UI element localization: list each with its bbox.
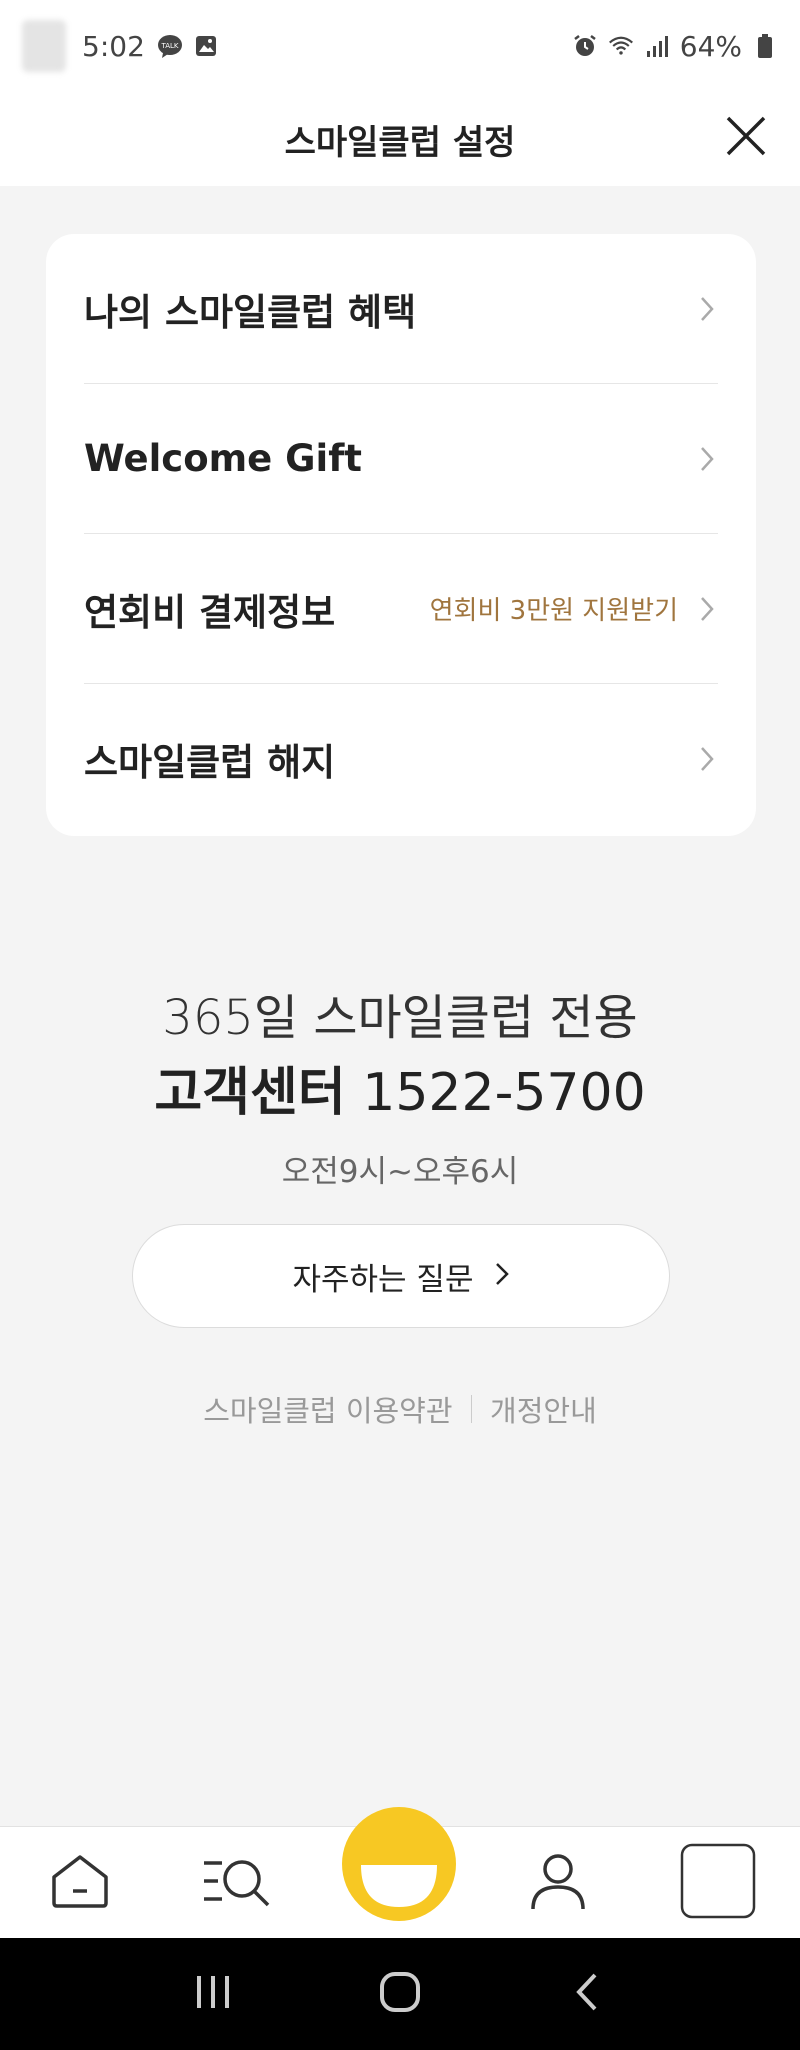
search-menu-icon	[202, 1855, 274, 1911]
menu-item-label: 연회비 결제정보	[84, 590, 336, 634]
customer-center-hours: 오전9시~오후6시	[281, 1154, 519, 1190]
wifi-icon	[608, 33, 634, 59]
profile-icon	[528, 1851, 588, 1915]
battery-icon	[752, 33, 778, 59]
footer-links: 스마일클럽 이용약관 개정안내	[0, 1388, 800, 1430]
status-time: 5:02	[82, 29, 145, 63]
back-system-button[interactable]	[557, 1964, 617, 2024]
chevron-right-icon	[700, 744, 718, 774]
menu-item-cancel-membership[interactable]: 스마일클럽 해지	[84, 684, 718, 834]
chevron-right-icon	[700, 594, 718, 624]
close-button[interactable]	[718, 110, 774, 166]
talk-icon: TALK	[157, 33, 183, 59]
chevron-right-icon	[700, 294, 718, 324]
blurred-notification-icon	[22, 20, 66, 72]
home-circle-icon	[379, 1971, 421, 2017]
page-title: 스마일클럽 설정	[284, 122, 516, 163]
faq-button-label: 자주하는 질문	[292, 1261, 474, 1298]
home-system-button[interactable]	[370, 1964, 430, 2024]
recent-apps-icon	[193, 1974, 233, 2014]
page-header: 스마일클럽 설정	[0, 92, 800, 186]
bottom-navigation	[0, 1807, 800, 1939]
settings-menu-card: 나의 스마일클럽 혜택 Welcome Gift 연회비 결제정보 연회비 3만…	[46, 234, 756, 836]
customer-center-headline: 365일 스마일클럽 전용	[162, 990, 638, 1046]
menu-item-label: Welcome Gift	[84, 437, 362, 480]
menu-item-benefits[interactable]: 나의 스마일클럽 혜택	[84, 234, 718, 384]
menu-item-label: 스마일클럽 해지	[84, 741, 336, 784]
nav-search-menu[interactable]	[178, 1827, 298, 1939]
gallery-icon	[193, 33, 219, 59]
menu-item-label: 나의 스마일클럽 혜택	[84, 290, 417, 334]
customer-center-label: 고객센터	[154, 1063, 346, 1123]
signal-icon	[644, 33, 670, 59]
menu-item-welcome-gift[interactable]: Welcome Gift	[84, 384, 718, 534]
nav-smile-button[interactable]	[342, 1807, 456, 1921]
customer-center-phone-line[interactable]: 고객센터 1522-5700	[0, 1050, 800, 1125]
menu-item-annual-fee[interactable]: 연회비 결제정보 연회비 3만원 지원받기	[84, 534, 718, 684]
alarm-icon	[572, 33, 598, 59]
battery-percent: 64%	[679, 29, 742, 63]
svg-text:TALK: TALK	[160, 42, 178, 50]
square-icon	[679, 1842, 757, 1924]
link-divider	[470, 1395, 473, 1423]
faq-button[interactable]: 자주하는 질문	[132, 1224, 670, 1328]
annual-fee-support-link[interactable]: 연회비 3만원 지원받기	[430, 590, 678, 627]
nav-recent[interactable]	[658, 1827, 778, 1939]
status-bar: 5:02 TALK 64%	[0, 0, 800, 92]
chevron-right-icon	[700, 444, 718, 474]
nav-my-page[interactable]	[498, 1827, 618, 1939]
home-icon	[49, 1853, 111, 1913]
revision-notice-link[interactable]: 개정안내	[490, 1388, 597, 1430]
terms-link[interactable]: 스마일클럽 이용약관	[203, 1388, 452, 1430]
customer-center-phone: 1522-5700	[362, 1063, 646, 1123]
recent-apps-button[interactable]	[183, 1964, 243, 2024]
back-icon	[573, 1971, 601, 2017]
smile-icon	[359, 1857, 439, 1921]
nav-home[interactable]	[20, 1827, 140, 1939]
close-icon	[724, 114, 768, 162]
system-navigation-bar	[0, 1938, 800, 2050]
chevron-right-icon	[495, 1262, 510, 1290]
